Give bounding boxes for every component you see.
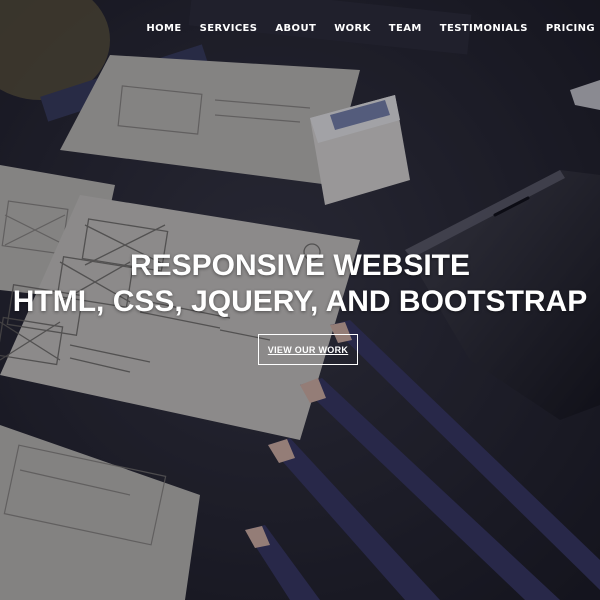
nav-item-home[interactable]: HOME [146,23,181,34]
hero-section: HOME SERVICES ABOUT WORK TEAM TESTIMONIA… [0,0,600,600]
nav-item-services[interactable]: SERVICES [200,23,258,34]
nav-item-team[interactable]: TEAM [389,23,422,34]
hero-headline-line-1: RESPONSIVE WEBSITE [129,249,471,282]
hero-headline: RESPONSIVE WEBSITE HTML, CSS, JQUERY, AN… [0,248,600,320]
nav-item-testimonials[interactable]: TESTIMONIALS [440,23,528,34]
top-navigation: HOME SERVICES ABOUT WORK TEAM TESTIMONIA… [146,0,600,56]
nav-item-pricing[interactable]: PRICING [546,23,595,34]
view-our-work-button[interactable]: VIEW OUR WORK [258,334,358,365]
nav-item-work[interactable]: WORK [334,23,371,34]
nav-item-about[interactable]: ABOUT [275,23,316,34]
hero-headline-line-2: HTML, CSS, JQUERY, AND BOOTSTRAP [12,285,588,318]
